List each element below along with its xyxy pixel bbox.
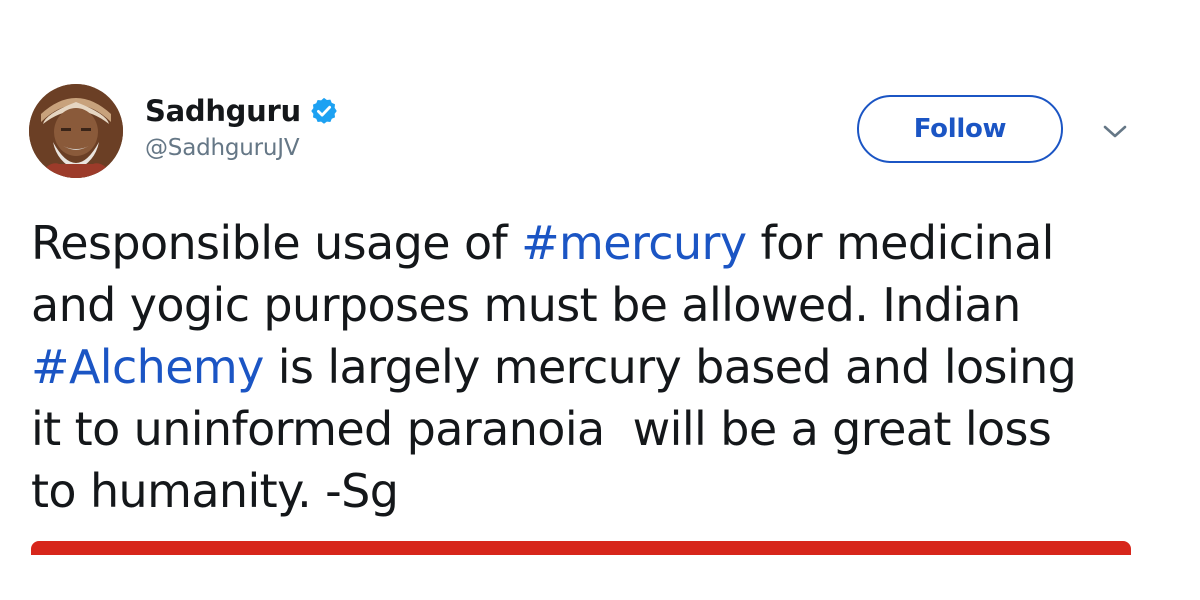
verified-badge-icon [309,96,339,126]
avatar-image [29,84,123,178]
author-handle[interactable]: @SadhguruJV [145,135,339,161]
red-underline-bar [31,541,1131,555]
hashtag-link[interactable]: #Alchemy [31,340,264,394]
avatar[interactable] [29,84,123,178]
tweet-card: Sadhguru @SadhguruJV Follow Responsible … [0,0,1200,600]
author-display-name[interactable]: Sadhguru [145,94,301,128]
tweet-text: Responsible usage of #mercury for medici… [31,212,1171,522]
follow-button[interactable]: Follow [857,95,1063,163]
hashtag-link[interactable]: #mercury [521,216,747,270]
chevron-down-icon[interactable] [1101,122,1129,142]
author-info: Sadhguru @SadhguruJV [145,91,339,161]
author-name-row: Sadhguru [145,91,339,131]
tweet-text-segment: Responsible usage of [31,216,522,270]
